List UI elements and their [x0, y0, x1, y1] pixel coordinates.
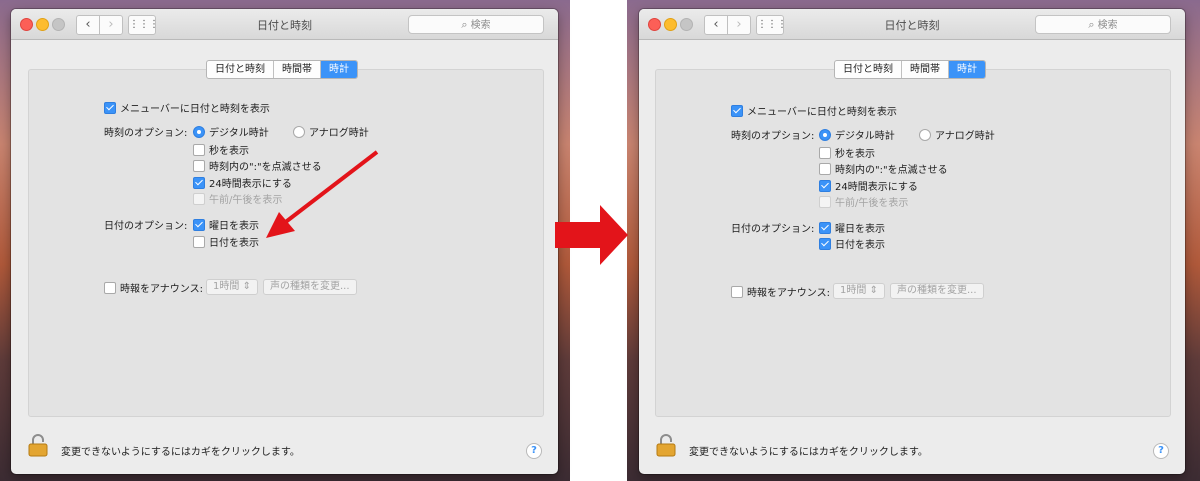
date-options-label: 日付のオプション:	[731, 224, 815, 235]
tab-date-time[interactable]: 日付と時刻	[835, 61, 902, 78]
label: 24時間表示にする	[835, 182, 918, 193]
label: 時報をアナウンス:	[747, 288, 830, 299]
help-button[interactable]: ?	[1153, 443, 1169, 459]
label: アナログ時計	[935, 131, 995, 142]
tab-time-zone[interactable]: 時間帯	[274, 61, 321, 78]
prefs-window-after: ‹ › ⋮⋮⋮ 日付と時刻 ⌕ 検索 日付と時刻 時間帯 時計 メニューバーに日付…	[639, 9, 1185, 474]
checkbox[interactable]	[731, 286, 743, 298]
announce-interval-popup[interactable]: 1時間 ⇕	[833, 283, 885, 299]
checkbox[interactable]	[819, 147, 831, 159]
lock-message: 変更できないようにするにはカギをクリックします。	[689, 447, 928, 458]
label: 午前/午後を表示	[835, 198, 909, 209]
tab-date-time[interactable]: 日付と時刻	[207, 61, 274, 78]
checkbox-checked[interactable]	[819, 222, 831, 234]
tab-time-zone[interactable]: 時間帯	[902, 61, 949, 78]
magnifier-icon: ⌕	[1088, 18, 1095, 31]
label: 時刻内の":"を点滅させる	[835, 165, 948, 176]
radio-analog[interactable]: アナログ時計	[919, 127, 995, 142]
radio-unselected[interactable]	[919, 129, 931, 141]
search-input[interactable]: ⌕ 検索	[1035, 15, 1171, 34]
radio-digital[interactable]: デジタル時計	[819, 127, 895, 142]
menubar-checkbox-row[interactable]: メニューバーに日付と時刻を表示	[731, 103, 897, 118]
change-voice-button[interactable]: 声の種類を変更...	[890, 283, 984, 299]
tab-bar: 日付と時刻 時間帯 時計	[206, 60, 358, 79]
big-right-arrow-icon	[555, 205, 628, 265]
announce-row[interactable]: 時報をアナウンス:	[731, 284, 830, 299]
tab-bar: 日付と時刻 時間帯 時計	[834, 60, 986, 79]
updown-chevron-icon: ⇕	[869, 285, 878, 296]
time-options-label: 時刻のオプション:	[731, 131, 815, 142]
use-24h-row[interactable]: 24時間表示にする	[819, 178, 918, 193]
checkbox-disabled	[819, 196, 831, 208]
radio-selected[interactable]	[819, 129, 831, 141]
show-date-row[interactable]: 日付を表示	[819, 236, 885, 251]
clock-options-panel	[655, 69, 1171, 417]
titlebar: ‹ › ⋮⋮⋮ 日付と時刻 ⌕ 検索	[639, 9, 1185, 40]
tab-clock[interactable]: 時計	[321, 61, 357, 78]
label: メニューバーに日付と時刻を表示	[747, 107, 897, 118]
checkbox[interactable]	[819, 163, 831, 175]
show-ampm-row: 午前/午後を表示	[819, 194, 908, 209]
checkbox-checked[interactable]	[819, 238, 831, 250]
flash-separators-row[interactable]: 時刻内の":"を点滅させる	[819, 161, 948, 176]
search-placeholder: 検索	[1097, 20, 1118, 31]
checkbox-checked[interactable]	[819, 180, 831, 192]
interval-value: 1時間	[840, 285, 867, 296]
prefs-window-before: ‹ › ⋮⋮⋮ 日付と時刻 ⌕ 検索 日付と時刻 時間帯 時計 メニューバーに日付…	[11, 9, 558, 474]
label: デジタル時計	[835, 131, 895, 142]
checkbox-checked[interactable]	[731, 105, 743, 117]
show-weekday-row[interactable]: 曜日を表示	[819, 220, 885, 235]
label: 日付を表示	[835, 240, 885, 251]
show-seconds-row[interactable]: 秒を表示	[819, 145, 875, 160]
label: 曜日を表示	[835, 224, 885, 235]
tab-clock[interactable]: 時計	[949, 61, 985, 78]
padlock-icon[interactable]	[656, 433, 676, 457]
change-voice-label: 声の種類を変更...	[890, 283, 984, 299]
label: 秒を表示	[835, 149, 875, 160]
